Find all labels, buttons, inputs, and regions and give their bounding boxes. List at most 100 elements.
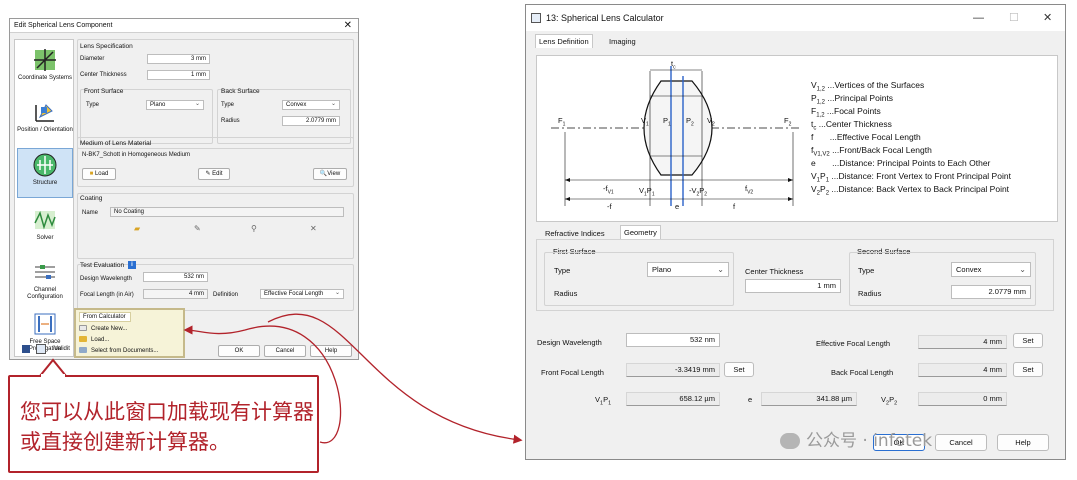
spherical-lens-calculator-dialog: 13: Spherical Lens Calculator — ☐ ✕ Lens… bbox=[525, 4, 1066, 460]
first-type-select[interactable]: Plano ⌄ bbox=[647, 262, 729, 277]
test-evaluation-group bbox=[77, 264, 354, 311]
label-V1: V1 bbox=[641, 116, 649, 128]
minimize-icon[interactable]: — bbox=[973, 5, 984, 31]
design-wavelength-field[interactable]: 532 nm bbox=[626, 333, 720, 347]
first-radius-label: Radius bbox=[554, 289, 578, 298]
sidebar-item-label: Channel Configuration bbox=[27, 287, 63, 300]
definition-select[interactable]: Effective Focal Length ⌄ bbox=[260, 289, 344, 299]
label-minus-f: -f bbox=[607, 202, 612, 211]
view-label: View bbox=[327, 171, 341, 177]
free-space-propagation-icon bbox=[32, 311, 58, 337]
radius-field[interactable]: 2.0779 mm bbox=[282, 116, 340, 126]
chevron-down-icon: ⌄ bbox=[334, 290, 340, 296]
second-radius-field[interactable]: 2.0779 mm bbox=[951, 285, 1031, 299]
tab-lens-definition[interactable]: Lens Definition bbox=[535, 34, 593, 48]
medium-value: N-BK7_Schott in Homogeneous Medium bbox=[82, 152, 191, 158]
save-icon[interactable] bbox=[22, 345, 30, 353]
menu-item-create-new[interactable]: Create New... bbox=[79, 324, 127, 334]
first-type-label: Type bbox=[554, 266, 571, 275]
front-type-label: Type bbox=[86, 102, 100, 108]
e-label: e bbox=[748, 395, 753, 404]
diameter-field[interactable]: 3 mm bbox=[147, 54, 210, 64]
load-medium-button[interactable]: ■ Load bbox=[82, 168, 116, 180]
watermark-text: 公众号 · infotek bbox=[806, 431, 933, 451]
view-medium-button[interactable]: 🔍View bbox=[313, 168, 347, 180]
center-thickness-field[interactable]: 1 mm bbox=[745, 279, 841, 293]
label-P2: P2 bbox=[686, 116, 694, 128]
menu-item-select-from-documents[interactable]: Select from Documents... bbox=[79, 346, 158, 356]
front-type-value: Plano bbox=[150, 102, 166, 108]
label-F2: F2 bbox=[784, 116, 792, 128]
set-effective-focal-button[interactable]: Set bbox=[1013, 333, 1043, 348]
label-e: e bbox=[675, 202, 680, 211]
close-icon[interactable]: ✕ bbox=[1043, 5, 1052, 31]
v2p2-field: 0 mm bbox=[918, 392, 1007, 406]
second-type-select[interactable]: Convex ⌄ bbox=[951, 262, 1031, 277]
second-radius-label: Radius bbox=[858, 289, 882, 298]
set-back-focal-button[interactable]: Set bbox=[1013, 362, 1043, 377]
new-document-icon bbox=[79, 325, 87, 332]
label-tc: tc bbox=[671, 59, 676, 71]
sidebar-item-label: Coordinate Systems bbox=[17, 75, 73, 81]
coating-title: Coating bbox=[80, 195, 103, 202]
coating-name-label: Name bbox=[82, 210, 99, 216]
back-focal-length-label: Back Focal Length bbox=[831, 368, 894, 377]
solver-icon bbox=[32, 207, 58, 233]
ok-button[interactable]: OK bbox=[218, 345, 260, 357]
legend-item: V2P2 ...Distance: Back Vertex to Back Pr… bbox=[811, 184, 1010, 197]
sidebar-item-label: Structure bbox=[32, 180, 58, 186]
maximize-icon[interactable]: ☐ bbox=[1009, 5, 1019, 31]
calculator-icon bbox=[531, 13, 541, 23]
legend-item: V1P1 ...Distance: Front Vertex to Front … bbox=[811, 171, 1011, 184]
front-type-select[interactable]: Plano ⌄ bbox=[146, 100, 204, 110]
close-icon[interactable]: ✕ bbox=[344, 19, 352, 33]
calculator-icon[interactable] bbox=[36, 344, 46, 354]
sidebar-item-label: Position / Orientation bbox=[17, 127, 73, 133]
label-f: f bbox=[733, 202, 736, 211]
sidebar-item-channel-configuration[interactable]: Channel Configuration bbox=[17, 256, 73, 306]
callout-pointer bbox=[37, 358, 69, 377]
tab-imaging[interactable]: Imaging bbox=[606, 35, 639, 49]
sidebar-item-solver[interactable]: Solver bbox=[17, 204, 73, 254]
chevron-down-icon: ⌄ bbox=[194, 101, 200, 107]
test-evaluation-title: Test Evaluation bbox=[80, 262, 125, 269]
magnifier-icon[interactable]: ⚲ bbox=[251, 224, 257, 233]
label-ffv1: -fV1 bbox=[603, 184, 614, 196]
design-wavelength-field[interactable]: 532 nm bbox=[143, 272, 208, 282]
set-front-focal-button[interactable]: Set bbox=[724, 362, 754, 377]
lens-specification-title: Lens Specification bbox=[80, 43, 133, 50]
label-fv2: fV2 bbox=[745, 184, 754, 196]
left-sidebar: Coordinate Systems Position / Orientatio… bbox=[14, 39, 74, 357]
menu-item-load[interactable]: Load... bbox=[79, 335, 109, 345]
legend-item: f ...Effective Focal Length bbox=[811, 132, 921, 142]
menu-item-label: Select from Documents... bbox=[91, 348, 159, 354]
help-button[interactable]: Help bbox=[310, 345, 352, 357]
folder-icon bbox=[79, 336, 87, 343]
sidebar-item-coordinate-systems[interactable]: Coordinate Systems bbox=[17, 44, 73, 94]
pencil-icon[interactable]: ✎ bbox=[194, 224, 201, 233]
coating-name-field[interactable]: No Coating bbox=[110, 207, 344, 217]
help-button[interactable]: Help bbox=[997, 434, 1049, 451]
pencil-icon: ✎ bbox=[205, 171, 211, 177]
watermark: 公众号 · infotek bbox=[780, 426, 932, 451]
cancel-button[interactable]: Cancel bbox=[264, 345, 306, 357]
back-type-select[interactable]: Convex ⌄ bbox=[282, 100, 340, 110]
focal-length-label: Focal Length (in Air) bbox=[80, 292, 134, 298]
chevron-down-icon: ⌄ bbox=[330, 101, 336, 107]
focal-length-field: 4 mm bbox=[143, 289, 208, 299]
from-calculator-button[interactable]: From Calculator bbox=[79, 312, 131, 322]
wechat-icon bbox=[780, 433, 800, 449]
sidebar-item-structure[interactable]: Structure bbox=[17, 148, 73, 198]
chevron-down-icon: ⌄ bbox=[717, 265, 724, 274]
folder-icon[interactable]: ▰ bbox=[134, 224, 140, 233]
structure-icon bbox=[32, 152, 58, 178]
first-type-value: Plano bbox=[652, 265, 672, 274]
sidebar-item-position-orientation[interactable]: Position / Orientation bbox=[17, 96, 73, 146]
delete-icon[interactable]: ✕ bbox=[310, 224, 317, 233]
center-thickness-field[interactable]: 1 mm bbox=[147, 70, 210, 80]
cancel-button[interactable]: Cancel bbox=[935, 434, 987, 451]
info-icon[interactable]: i bbox=[128, 261, 136, 269]
right-dialog-title: 13: Spherical Lens Calculator bbox=[546, 13, 664, 23]
tab-geometry[interactable]: Geometry bbox=[620, 225, 661, 239]
edit-medium-button[interactable]: ✎ Edit bbox=[198, 168, 230, 180]
